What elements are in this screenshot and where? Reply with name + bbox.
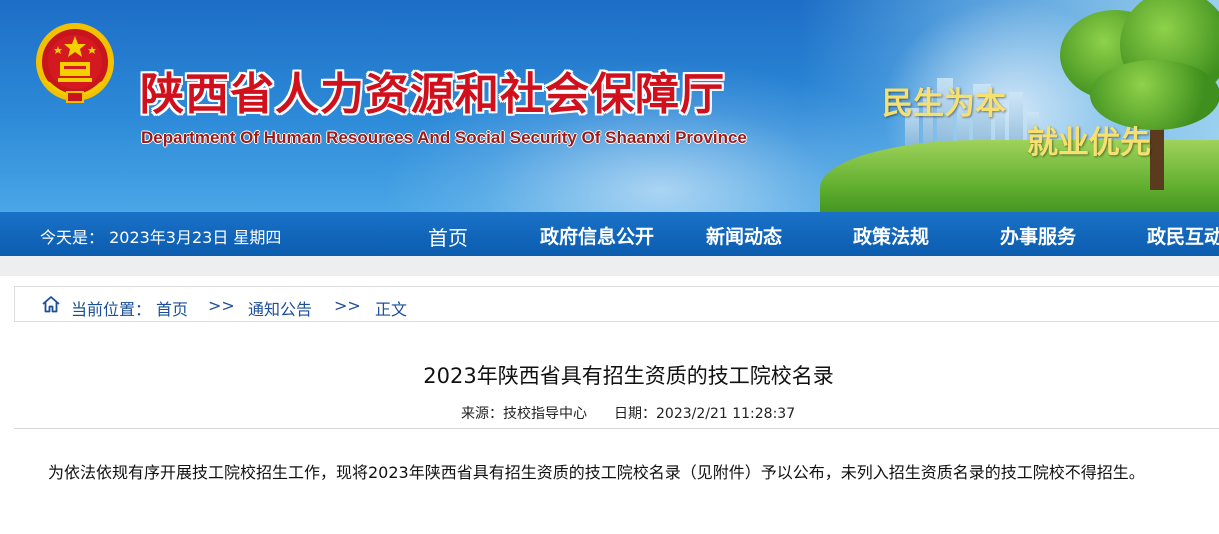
breadcrumb-item-notices[interactable]: 通知公告	[248, 296, 312, 320]
article-divider	[14, 428, 1219, 429]
nav-item-policy[interactable]: 政策法规	[853, 222, 929, 249]
breadcrumb-separator: >>	[334, 296, 361, 315]
site-subtitle: Department Of Human Resources And Social…	[141, 128, 747, 147]
nav-item-home[interactable]: 首页	[428, 222, 468, 251]
nav-item-gov-info[interactable]: 政府信息公开	[540, 222, 654, 249]
slogan-line2: 就业优先	[1027, 125, 1151, 161]
header-banner: 陕西省人力资源和社会保障厅 Department Of Human Resour…	[0, 0, 1219, 212]
slogan-line1: 民生为本	[882, 86, 1006, 122]
main-nav: 今天是： 2023年3月23日 星期四 首页 政府信息公开 新闻动态 政策法规 …	[0, 212, 1219, 256]
nav-item-services[interactable]: 办事服务	[1000, 222, 1076, 249]
breadcrumb-prefix: 当前位置：	[71, 300, 152, 319]
national-emblem-icon	[36, 23, 114, 103]
breadcrumb-separator: >>	[208, 296, 235, 315]
current-date: 今天是： 2023年3月23日 星期四	[40, 228, 282, 247]
nav-divider-band	[0, 256, 1219, 276]
breadcrumb: 当前位置： 首页 >> 通知公告 >> 正文	[14, 286, 1219, 322]
article-body: 为依法依规有序开展技工院校招生工作，现将2023年陕西省具有招生资质的技工院校名…	[48, 463, 1145, 482]
breadcrumb-item-home[interactable]: 首页	[156, 296, 188, 320]
nav-item-interaction[interactable]: 政民互动	[1147, 222, 1219, 249]
article-date: 日期：2023/2/21 11:28:37	[614, 406, 796, 422]
site-title: 陕西省人力资源和社会保障厅	[140, 69, 725, 120]
article-source: 来源：技校指导中心	[461, 406, 587, 422]
nav-item-news[interactable]: 新闻动态	[706, 222, 782, 249]
article-title: 2023年陕西省具有招生资质的技工院校名录	[423, 364, 834, 388]
breadcrumb-item-current: 正文	[375, 300, 408, 319]
home-icon[interactable]	[41, 295, 61, 313]
